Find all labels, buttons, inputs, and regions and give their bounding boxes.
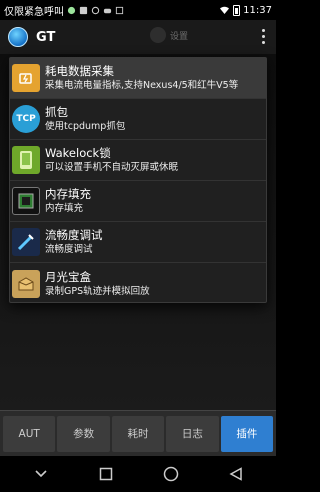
plugin-title: Wakelock锁 bbox=[45, 146, 111, 160]
tab-log[interactable]: 日志 bbox=[166, 415, 219, 452]
plugin-subtitle: 内存填充 bbox=[45, 203, 84, 214]
status-time: 11:37 bbox=[243, 4, 272, 16]
plugin-title: 抓包 bbox=[45, 105, 68, 119]
tab-timing[interactable]: 耗时 bbox=[111, 415, 165, 452]
tcp-icon: TCP bbox=[12, 105, 40, 133]
wechat-icon bbox=[67, 6, 76, 14]
plugin-title: 流畅度调试 bbox=[45, 228, 103, 242]
gt-logo-icon[interactable] bbox=[8, 27, 28, 47]
navigation-bar bbox=[0, 456, 276, 492]
plugin-item-fluency[interactable]: 流畅度调试 流畅度调试 bbox=[10, 222, 266, 263]
bottom-tab-bar: AUT 参数 耗时 日志 插件 bbox=[0, 410, 276, 456]
plugin-item-capture[interactable]: TCP 抓包 使用tcpdump抓包 bbox=[10, 99, 266, 140]
plugin-subtitle: 使用tcpdump抓包 bbox=[45, 121, 126, 132]
status-bar: 仅限紧急呼叫 11:37 bbox=[0, 0, 276, 20]
notification-pull-icon[interactable] bbox=[29, 462, 53, 486]
plugin-list: 耗电数据采集 采集电流电量指标,支持Nexus4/5和红牛V5等 TCP 抓包 … bbox=[9, 57, 267, 303]
moonlight-box-icon bbox=[12, 269, 40, 298]
plugin-subtitle: 采集电流电量指标,支持Nexus4/5和红牛V5等 bbox=[45, 80, 239, 91]
plugin-title: 耗电数据采集 bbox=[45, 64, 114, 78]
memory-icon bbox=[12, 187, 40, 215]
tab-plugins[interactable]: 插件 bbox=[220, 415, 274, 452]
settings-label: 设置 bbox=[170, 31, 189, 42]
sync-icon bbox=[91, 6, 100, 14]
plugin-item-memory[interactable]: 内存填充 内存填充 bbox=[10, 181, 266, 222]
battery-icon bbox=[233, 4, 241, 16]
game-icon bbox=[103, 8, 112, 13]
app-icon bbox=[115, 6, 124, 14]
carrier-text: 仅限紧急呼叫 bbox=[4, 6, 64, 18]
plugin-item-moonlight-box[interactable]: 月光宝盒 录制GPS轨迹并模拟回放 bbox=[10, 263, 266, 304]
notification-icon bbox=[79, 6, 88, 14]
settings-overlay: 设置 bbox=[150, 27, 188, 43]
tab-params[interactable]: 参数 bbox=[57, 415, 110, 452]
plugin-item-wakelock[interactable]: Wakelock锁 可以设置手机不自动灭屏或休眠 bbox=[10, 140, 266, 181]
plugin-subtitle: 流畅度调试 bbox=[45, 244, 93, 255]
overflow-menu-icon[interactable] bbox=[262, 29, 266, 44]
plugin-subtitle: 录制GPS轨迹并模拟回放 bbox=[45, 285, 150, 297]
tab-aut[interactable]: AUT bbox=[3, 415, 56, 452]
power-icon bbox=[12, 64, 40, 92]
settings-icon bbox=[150, 27, 166, 43]
recents-icon[interactable] bbox=[94, 462, 118, 486]
app-bar: GT 设置 bbox=[0, 20, 276, 54]
home-icon[interactable] bbox=[159, 462, 183, 486]
plugin-item-power[interactable]: 耗电数据采集 采集电流电量指标,支持Nexus4/5和红牛V5等 bbox=[10, 58, 266, 99]
tcp-icon-text: TCP bbox=[16, 114, 36, 124]
fluency-icon bbox=[12, 228, 40, 256]
wifi-icon bbox=[220, 6, 230, 14]
plugin-title: 月光宝盒 bbox=[45, 269, 91, 284]
main-content: 耗电数据采集 采集电流电量指标,支持Nexus4/5和红牛V5等 TCP 抓包 … bbox=[0, 54, 276, 410]
back-icon[interactable] bbox=[224, 462, 248, 486]
wakelock-icon bbox=[12, 146, 40, 174]
app-title: GT bbox=[36, 29, 56, 45]
plugin-title: 内存填充 bbox=[45, 187, 91, 201]
plugin-subtitle: 可以设置手机不自动灭屏或休眠 bbox=[45, 162, 179, 173]
